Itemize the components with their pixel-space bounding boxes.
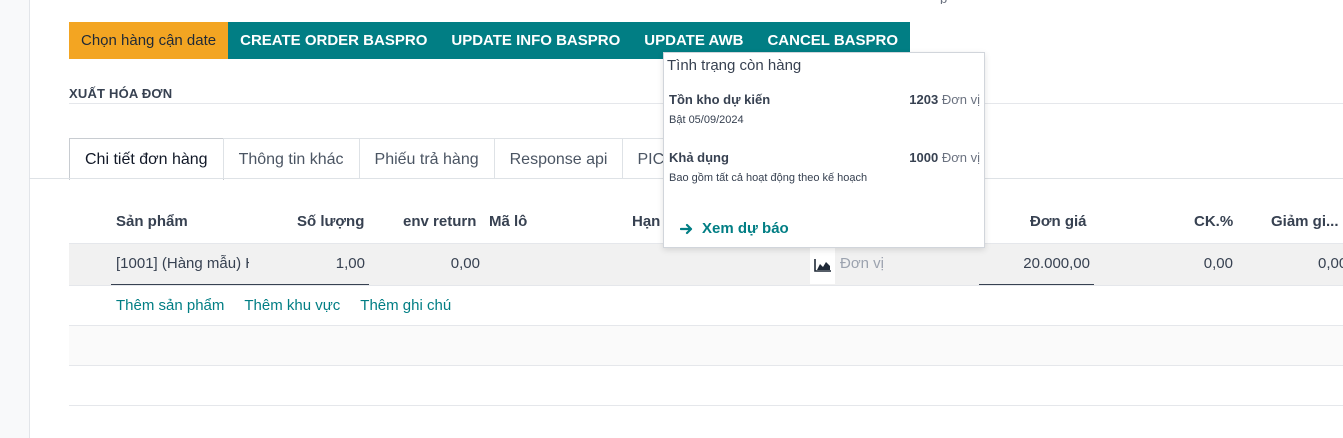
- arrow-right-icon: [680, 223, 693, 234]
- cell-unit-price[interactable]: 20.000,00: [990, 255, 1090, 272]
- forecast-label: Tồn kho dự kiến: [669, 92, 771, 107]
- view-forecast-label: Xem dự báo: [702, 220, 789, 237]
- available-unit: Đơn vị: [941, 150, 980, 165]
- available-quantity: 1000: [909, 150, 939, 165]
- popover-title: Tình trạng còn hàng: [667, 57, 802, 74]
- tab-bar: Chi tiết đơn hàng Thông tin khác Phiếu t…: [69, 138, 679, 180]
- forecast-unit: Đơn vị: [941, 92, 980, 107]
- price-input-underline: [979, 284, 1094, 285]
- cell-unit[interactable]: Đơn vị: [840, 255, 884, 272]
- column-header-expiry[interactable]: Hạn: [632, 213, 660, 230]
- near-date-button[interactable]: Chọn hàng cận date: [69, 22, 229, 59]
- column-header-reduction[interactable]: Giảm gi...: [1271, 213, 1339, 230]
- cell-reduction[interactable]: 0,00: [1318, 255, 1343, 272]
- table-divider: [69, 365, 1343, 366]
- available-note: Bao gồm tất cả hoạt động theo kế hoạch: [669, 172, 868, 184]
- view-forecast-link[interactable]: Xem dự báo: [680, 220, 789, 237]
- column-header-product[interactable]: Sản phẩm: [116, 213, 188, 230]
- forecast-date: Bật 05/09/2024: [669, 114, 744, 126]
- table-row[interactable]: [69, 243, 1343, 286]
- available-label: Khả dụng: [669, 150, 729, 165]
- column-header-lot[interactable]: Mã lô: [489, 213, 527, 230]
- area-chart-icon: [813, 258, 831, 272]
- product-input-underline: [111, 284, 369, 285]
- add-section-link[interactable]: Thêm khu vực: [244, 297, 340, 314]
- cell-quantity[interactable]: 1,00: [300, 255, 365, 272]
- left-rail: [0, 0, 30, 438]
- available-value: 1000 Đơn vị: [909, 150, 980, 165]
- forecast-quantity: 1203: [909, 92, 939, 107]
- cell-product[interactable]: [1001] (Hàng mẫu) Hộp: [116, 255, 249, 272]
- tab-return-slips[interactable]: Phiếu trả hàng: [358, 138, 495, 179]
- column-header-quantity[interactable]: Số lượng: [297, 213, 364, 230]
- column-header-discount[interactable]: CK.%: [1194, 213, 1233, 230]
- create-order-button[interactable]: CREATE ORDER BASPRO: [228, 22, 440, 59]
- update-info-button[interactable]: UPDATE INFO BASPRO: [439, 22, 633, 59]
- add-note-link[interactable]: Thêm ghi chú: [360, 297, 451, 314]
- cropped-top-text: p _: [940, 0, 1100, 4]
- forecast-chart-button[interactable]: [810, 245, 835, 284]
- empty-row: [69, 326, 1343, 366]
- table-divider: [69, 405, 1343, 406]
- section-title: XUẤT HÓA ĐƠN: [69, 86, 173, 101]
- add-product-link[interactable]: Thêm sản phẩm: [116, 297, 224, 314]
- tab-order-details[interactable]: Chi tiết đơn hàng: [69, 138, 224, 180]
- column-header-env-return[interactable]: env return: [403, 213, 476, 230]
- cell-discount[interactable]: 0,00: [1163, 255, 1233, 272]
- forecast-value: 1203 Đơn vị: [909, 92, 980, 107]
- column-header-unit-price[interactable]: Đơn giá: [1030, 213, 1087, 230]
- add-line-links: Thêm sản phẩm Thêm khu vực Thêm ghi chú: [116, 297, 451, 314]
- tab-response-api[interactable]: Response api: [493, 138, 624, 179]
- availability-popover: Tình trạng còn hàng Tồn kho dự kiến 1203…: [663, 52, 985, 248]
- tab-other-info[interactable]: Thông tin khác: [222, 138, 360, 179]
- cell-env-return[interactable]: 0,00: [410, 255, 480, 272]
